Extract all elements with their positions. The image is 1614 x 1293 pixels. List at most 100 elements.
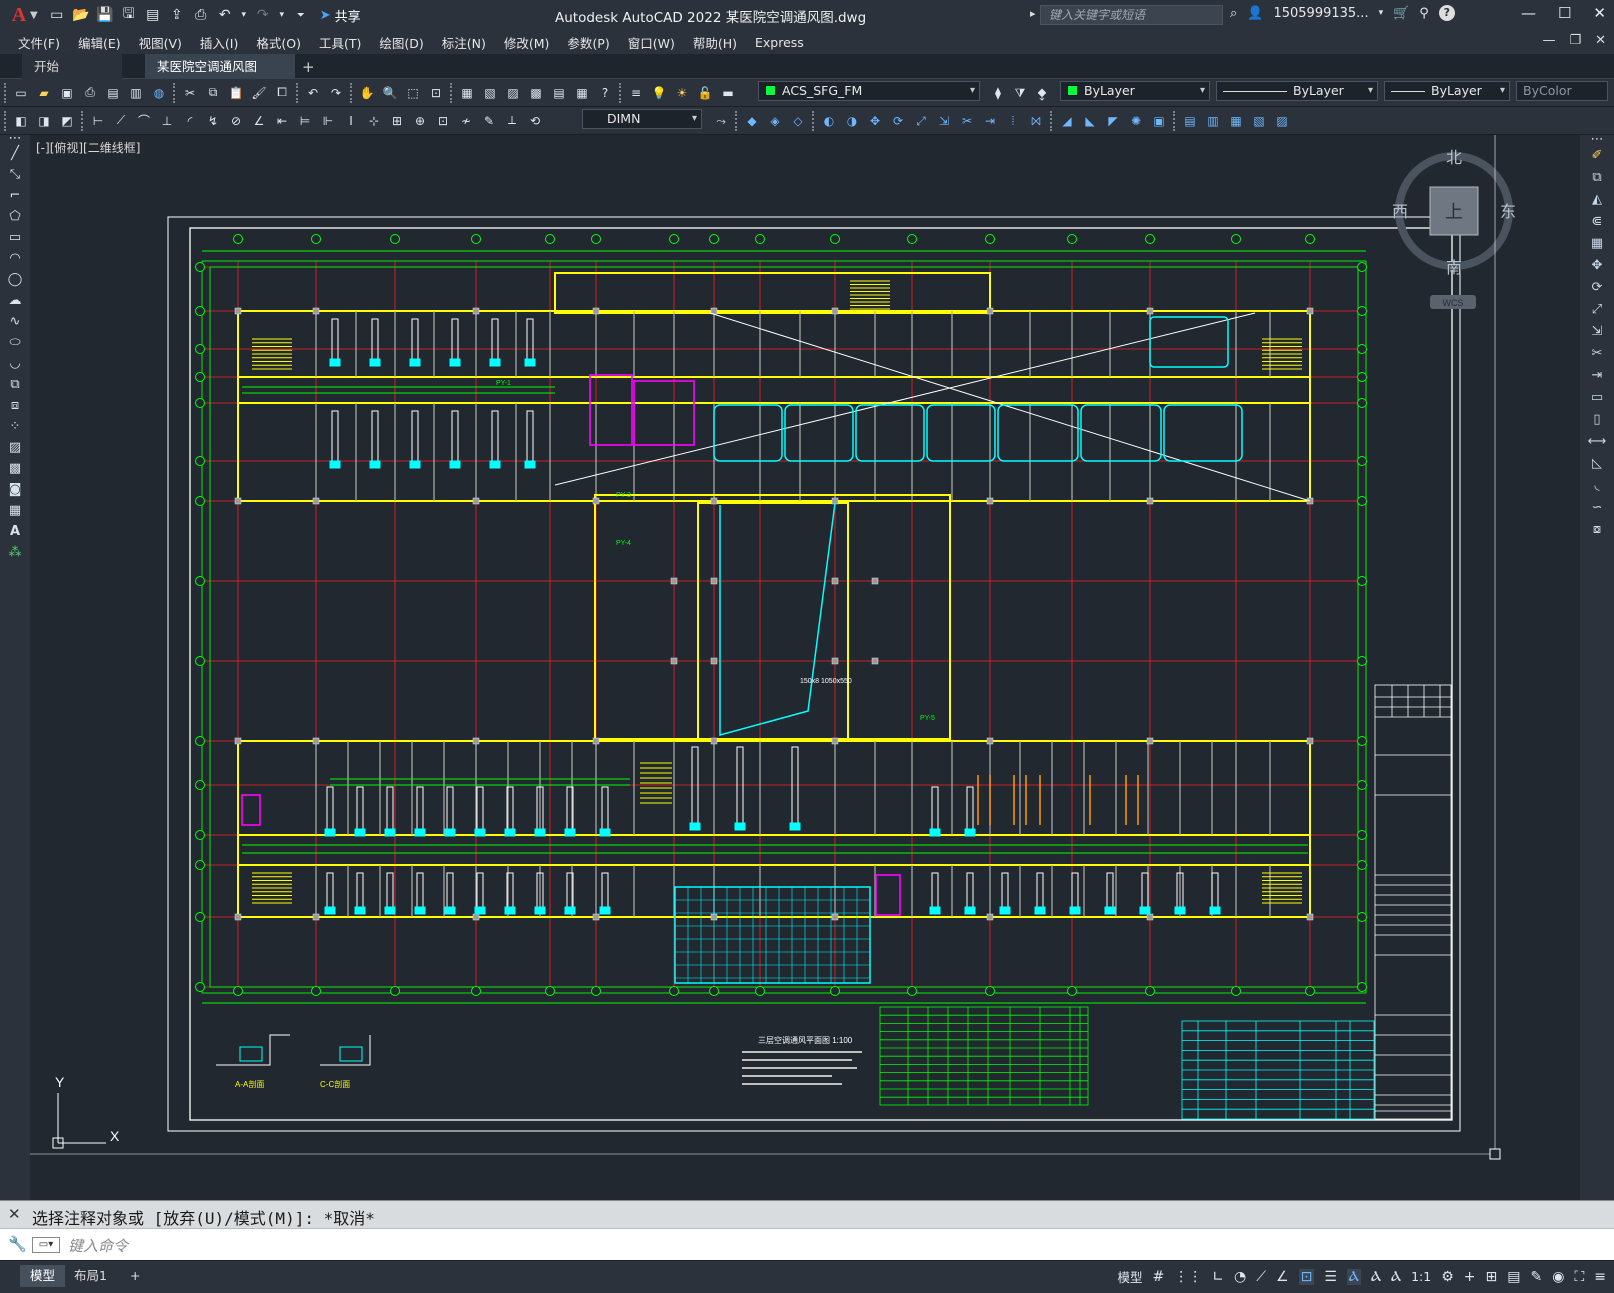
viewcube-top-face[interactable]: 上 — [1445, 202, 1463, 222]
viewcube[interactable]: 上 北 南 东 西 WCS — [1392, 149, 1516, 309]
side-blend-icon[interactable]: ∽ — [1580, 497, 1614, 519]
save-file-icon[interactable]: ▣ — [57, 83, 77, 103]
make-block-icon[interactable]: ⧈ — [0, 395, 30, 416]
toolbar-grip[interactable] — [4, 110, 8, 131]
snap-icon[interactable]: ⋮⋮ — [1174, 1269, 1202, 1285]
inspection-icon[interactable]: ⊡ — [433, 111, 453, 131]
fullscreen-icon[interactable]: ⛶ — [1574, 1269, 1584, 1285]
scale-value[interactable]: 1:1 — [1411, 1269, 1431, 1284]
quick-properties-icon[interactable]: ▤ — [1507, 1269, 1520, 1285]
tab-start[interactable]: 开始 — [22, 54, 122, 79]
dim-text-edit-icon[interactable]: ⟂ — [502, 111, 522, 131]
lineweight-dropdown[interactable]: ByLayer ▾ — [1384, 81, 1510, 101]
layer-lock-icon[interactable]: 🔓 — [695, 83, 715, 103]
redo-icon[interactable]: ↷ — [254, 6, 272, 24]
side-stretch-icon[interactable]: ⇲ — [1580, 321, 1614, 343]
toolbar-grip[interactable] — [4, 82, 8, 103]
new-icon[interactable]: ▭ — [48, 6, 66, 24]
erase-icon[interactable]: ◆ — [742, 111, 762, 131]
minimize-icon[interactable]: — — [1521, 4, 1536, 22]
side-move-icon[interactable]: ✥ — [1580, 255, 1614, 277]
extend-icon[interactable]: ⇥ — [980, 111, 1000, 131]
customization-icon[interactable]: ≡ — [1594, 1269, 1606, 1285]
tab-model[interactable]: 模型 — [20, 1265, 66, 1287]
side-erase-icon[interactable]: ✐ — [1580, 145, 1614, 167]
move-icon[interactable]: ✥ — [865, 111, 885, 131]
auto-scale-icon[interactable]: Ⲁ — [1371, 1269, 1381, 1285]
rectangle-icon[interactable]: ▭ — [0, 227, 30, 248]
region-icon[interactable]: ◙ — [0, 479, 30, 500]
join-icon[interactable]: ⨝ — [1026, 111, 1046, 131]
menu-insert[interactable]: 插入(I) — [200, 33, 238, 52]
trim-icon[interactable]: ✂ — [957, 111, 977, 131]
dim-jogged-icon[interactable]: ↯ — [203, 111, 223, 131]
menu-file[interactable]: 文件(F) — [18, 33, 60, 52]
side-array-icon[interactable]: ▦ — [1580, 233, 1614, 255]
side-grip-icon[interactable]: ⋯ — [1580, 133, 1614, 146]
tb-help-icon[interactable]: ? — [595, 83, 615, 103]
table-icon[interactable]: ▦ — [0, 500, 30, 521]
share-button[interactable]: ➤ 共享 — [320, 6, 361, 25]
menu-edit[interactable]: 编辑(E) — [78, 33, 121, 52]
break-icon[interactable]: ⦙ — [1003, 111, 1023, 131]
hatch-icon[interactable]: ▨ — [0, 437, 30, 458]
markup-icon[interactable]: ▤ — [549, 83, 569, 103]
menu-modify[interactable]: 修改(M) — [504, 33, 550, 52]
ellipse-arc-icon[interactable]: ◡ — [0, 353, 30, 374]
ellipse-icon[interactable]: ⬭ — [0, 332, 30, 353]
copy-object-icon[interactable]: ◈ — [765, 111, 785, 131]
explode-icon[interactable]: ✺ — [1126, 111, 1146, 131]
menu-window[interactable]: 窗口(W) — [628, 33, 675, 52]
customize-qat-icon[interactable]: ⏷ — [292, 6, 310, 24]
tool-palettes-icon[interactable]: ▨ — [503, 83, 523, 103]
print-icon[interactable]: ⎙ — [80, 83, 100, 103]
zoom-window-icon[interactable]: ⬚ — [403, 83, 423, 103]
draw-order-icon[interactable]: ▤ — [1180, 111, 1200, 131]
menu-help[interactable]: 帮助(H) — [693, 33, 737, 52]
search-expand-icon[interactable]: ▸ — [1030, 7, 1036, 20]
side-chamfer-icon[interactable]: ◺ — [1580, 453, 1614, 475]
workspace-gear-icon[interactable]: ⚙ — [1441, 1269, 1454, 1285]
user-dropdown-icon[interactable]: ▾ — [1379, 8, 1384, 18]
user-icon[interactable]: 👤 — [1247, 6, 1263, 21]
spline-icon[interactable]: ∿ — [0, 311, 30, 332]
offset-icon[interactable]: ◐ — [819, 111, 839, 131]
zoom-realtime-icon[interactable]: 🔍 — [380, 83, 400, 103]
side-join-icon[interactable]: ⟷ — [1580, 431, 1614, 453]
calculator-icon[interactable]: ▦ — [572, 83, 592, 103]
line-icon[interactable]: ╱ — [0, 143, 30, 164]
point-icon[interactable]: ⁘ — [0, 416, 30, 437]
chamfer-icon[interactable]: ◢ — [1057, 111, 1077, 131]
layer-off-icon[interactable]: ◩ — [57, 111, 77, 131]
help-search-input[interactable]: 键入关键字或短语 — [1040, 5, 1223, 25]
mtext-icon[interactable]: A — [0, 521, 30, 542]
arc-icon[interactable]: ◠ — [0, 248, 30, 269]
isodraft-icon[interactable]: ⟋ — [1256, 1269, 1266, 1285]
dimstyle-dropdown[interactable]: DIMN ▾ — [582, 109, 702, 129]
drawing-canvas[interactable]: [-][俯视][二维线框] 150x8 1050x550 PY-1 PY-3 P… — [30, 135, 1580, 1200]
user-name[interactable]: 1505999135... — [1273, 6, 1368, 21]
viewcube-wcs[interactable]: WCS — [1443, 298, 1464, 308]
open-file-icon[interactable]: ▰ — [34, 83, 54, 103]
3d-dwf-icon[interactable]: ◍ — [149, 83, 169, 103]
tab-layout1[interactable]: 布局1 — [64, 1265, 117, 1287]
menu-parametric[interactable]: 参数(P) — [567, 33, 609, 52]
redo-dropdown-icon[interactable]: ▾ — [278, 6, 286, 24]
undo-icon[interactable]: ↶ — [216, 6, 234, 24]
polar-icon[interactable]: ◔ — [1234, 1269, 1246, 1285]
center-mark-icon[interactable]: ⊕ — [410, 111, 430, 131]
array-icon[interactable]: ◑ — [842, 111, 862, 131]
layer-walk-icon[interactable]: ⧪ — [1032, 83, 1052, 103]
tb-undo-icon[interactable]: ↶ — [303, 83, 323, 103]
side-offset-icon[interactable]: ⋐ — [1580, 211, 1614, 233]
side-copy-icon[interactable]: ⧉ — [1580, 167, 1614, 189]
color-dropdown[interactable]: ByLayer ▾ — [1060, 81, 1210, 101]
publish-icon[interactable]: ⇪ — [168, 6, 186, 24]
doc-restore-icon[interactable]: ❐ — [1569, 33, 1581, 48]
mirror-icon[interactable]: ◇ — [788, 111, 808, 131]
side-break-point-icon[interactable]: ▭ — [1580, 387, 1614, 409]
pan-icon[interactable]: ✋ — [357, 83, 377, 103]
customize-icon[interactable]: 🔧 — [8, 1235, 27, 1253]
units-icon[interactable]: ⊞ — [1486, 1269, 1498, 1285]
text-front-icon[interactable]: ▧ — [1249, 111, 1269, 131]
